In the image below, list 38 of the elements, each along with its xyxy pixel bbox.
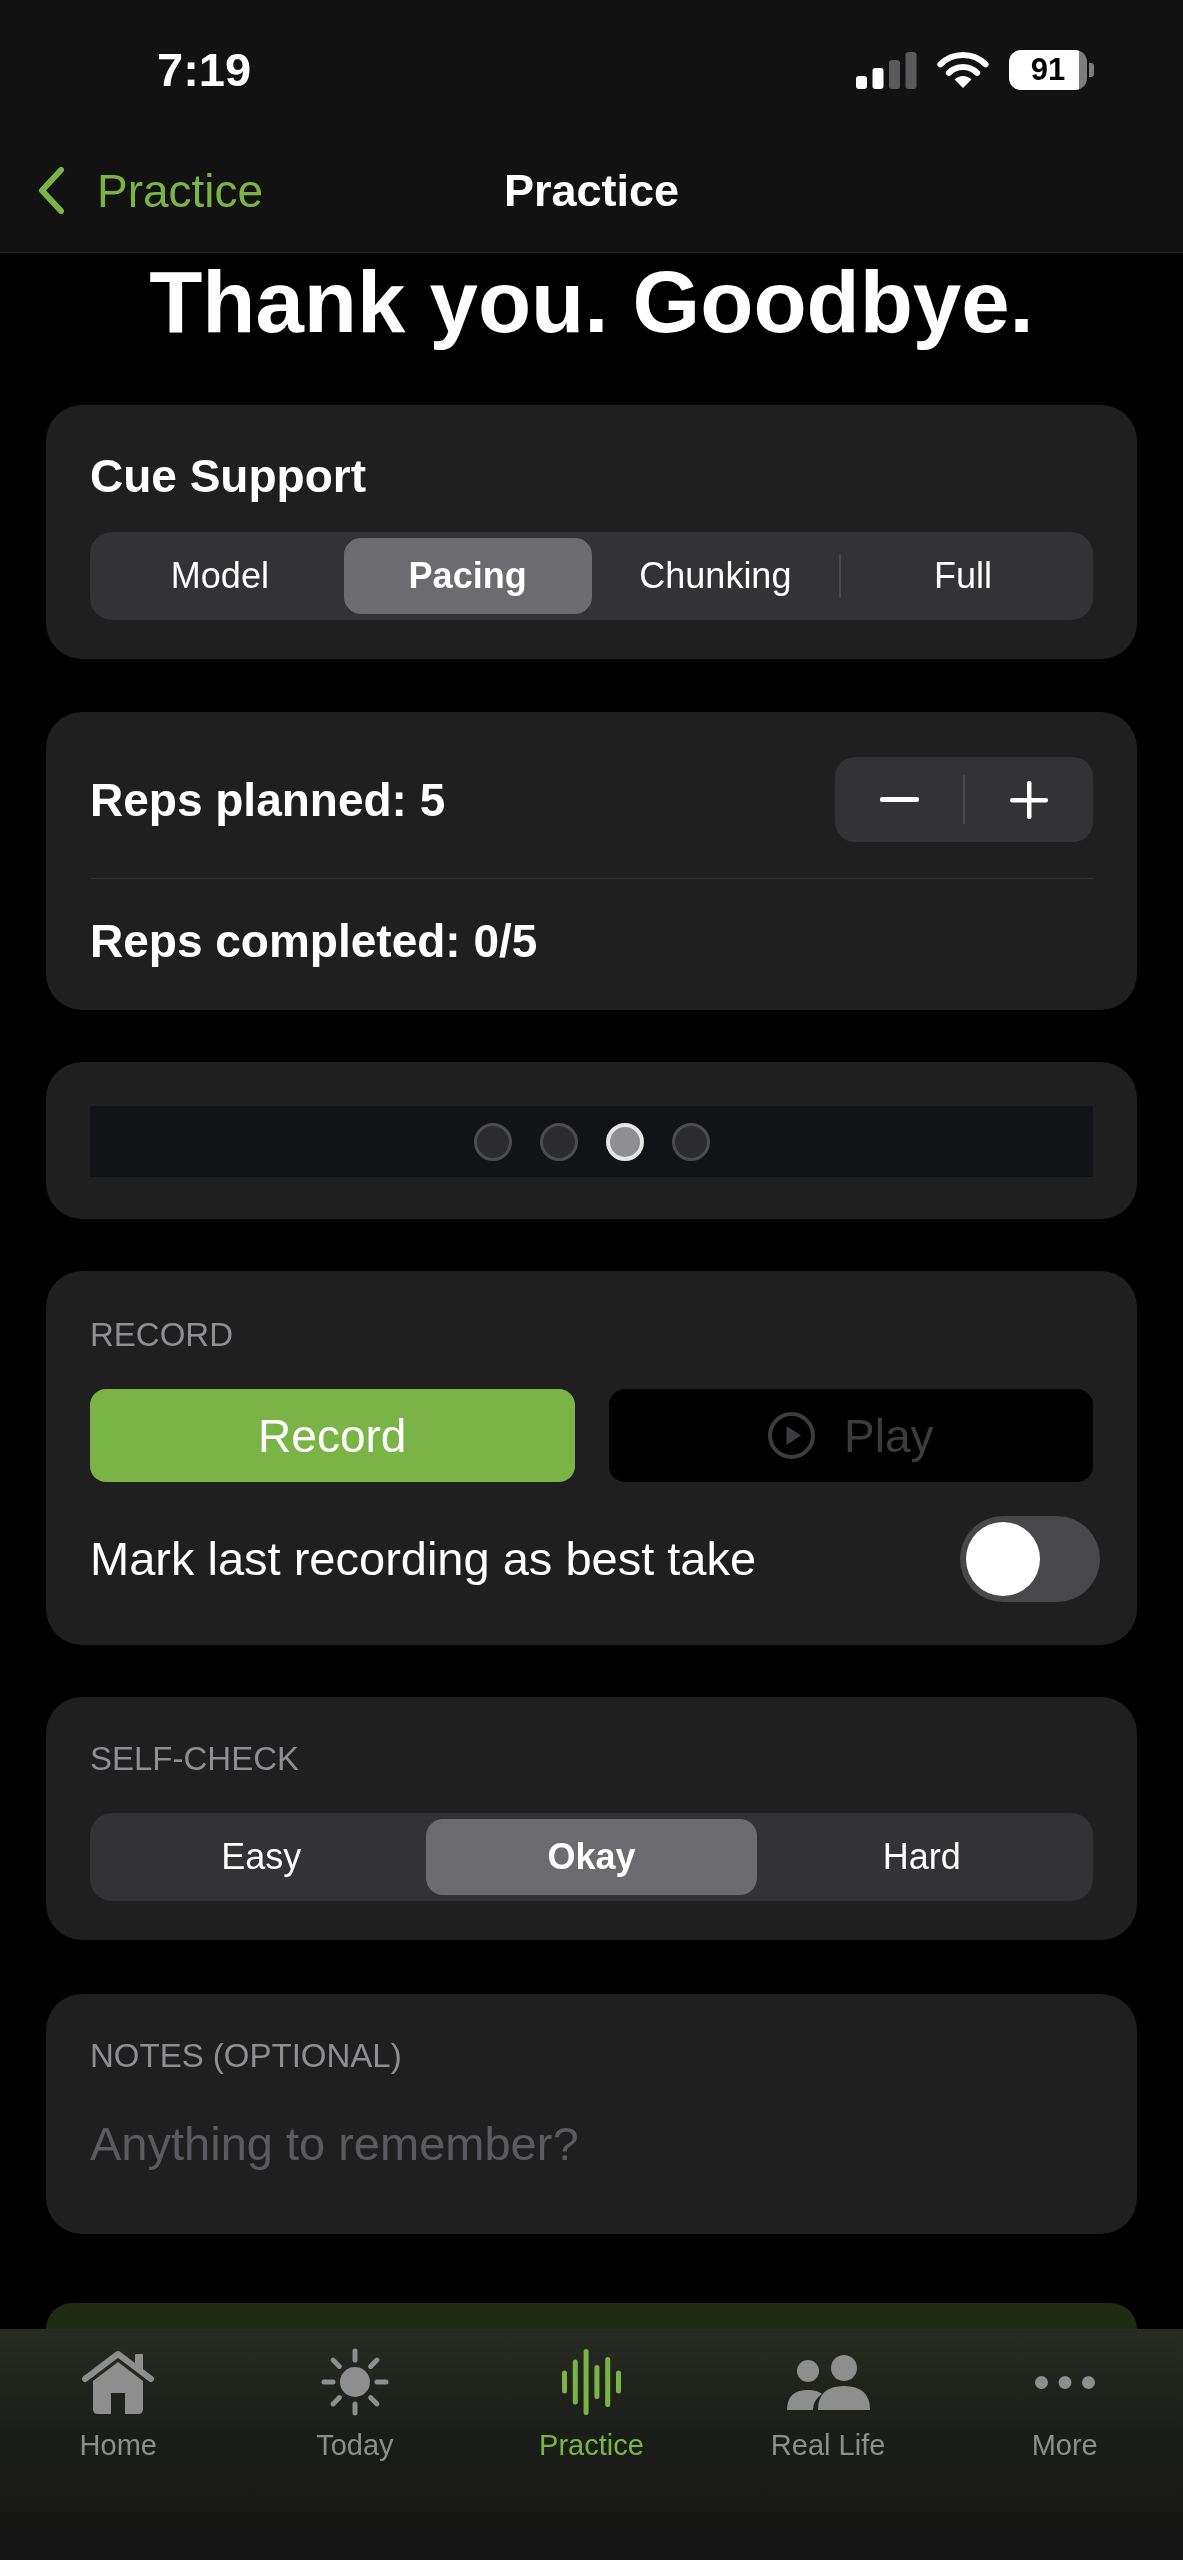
- segment-option[interactable]: Okay: [426, 1819, 757, 1895]
- section-label: RECORD: [90, 1315, 234, 1355]
- battery-indicator: 91: [1009, 50, 1094, 90]
- page-dot[interactable]: [671, 1122, 710, 1161]
- segment-option[interactable]: Hard: [756, 1819, 1087, 1895]
- tab-item[interactable]: Today: [316, 2347, 394, 2462]
- toggle-label: Mark last recording as best take: [90, 1531, 757, 1587]
- section-label: NOTES (OPTIONAL): [90, 2036, 403, 2076]
- tab-item[interactable]: Practice: [539, 2347, 644, 2462]
- sun-icon: [319, 2347, 390, 2417]
- notes-field[interactable]: Anything to remember?: [90, 2114, 1093, 2172]
- segment-option[interactable]: Model: [96, 538, 344, 614]
- page-dot[interactable]: [539, 1122, 578, 1161]
- play-icon: [768, 1412, 815, 1459]
- back-button[interactable]: Practice: [36, 162, 264, 219]
- tab-item[interactable]: Home: [79, 2347, 157, 2462]
- segment-option[interactable]: Pacing: [343, 538, 592, 614]
- ellipsis-icon: [1034, 2375, 1095, 2389]
- page-heading: Thank you. Goodbye.: [149, 253, 1034, 351]
- nav-title: Practice: [503, 163, 680, 218]
- reps-completed-label: Reps completed: 0/5: [90, 914, 539, 969]
- plus-icon: [1010, 780, 1048, 819]
- section-label: SELF-CHECK: [90, 1739, 301, 1779]
- house-icon: [80, 2349, 157, 2415]
- signal-icon: [856, 51, 917, 89]
- section-title: Cue Support: [90, 449, 367, 504]
- segment-option[interactable]: Easy: [96, 1819, 427, 1895]
- wifi-icon: [937, 51, 989, 89]
- status-time: 7:19: [157, 42, 252, 98]
- reps-planned-label: Reps planned: 5: [90, 772, 446, 828]
- minus-icon: [879, 797, 919, 802]
- tab-item[interactable]: Real Life: [770, 2347, 886, 2462]
- segment-option[interactable]: Chunking: [591, 538, 840, 614]
- page-dot[interactable]: [473, 1122, 512, 1161]
- people-icon: [784, 2354, 872, 2410]
- tab-item[interactable]: More: [1031, 2347, 1098, 2462]
- chevron-left-icon: [36, 166, 66, 215]
- waveform-icon: [562, 2349, 621, 2415]
